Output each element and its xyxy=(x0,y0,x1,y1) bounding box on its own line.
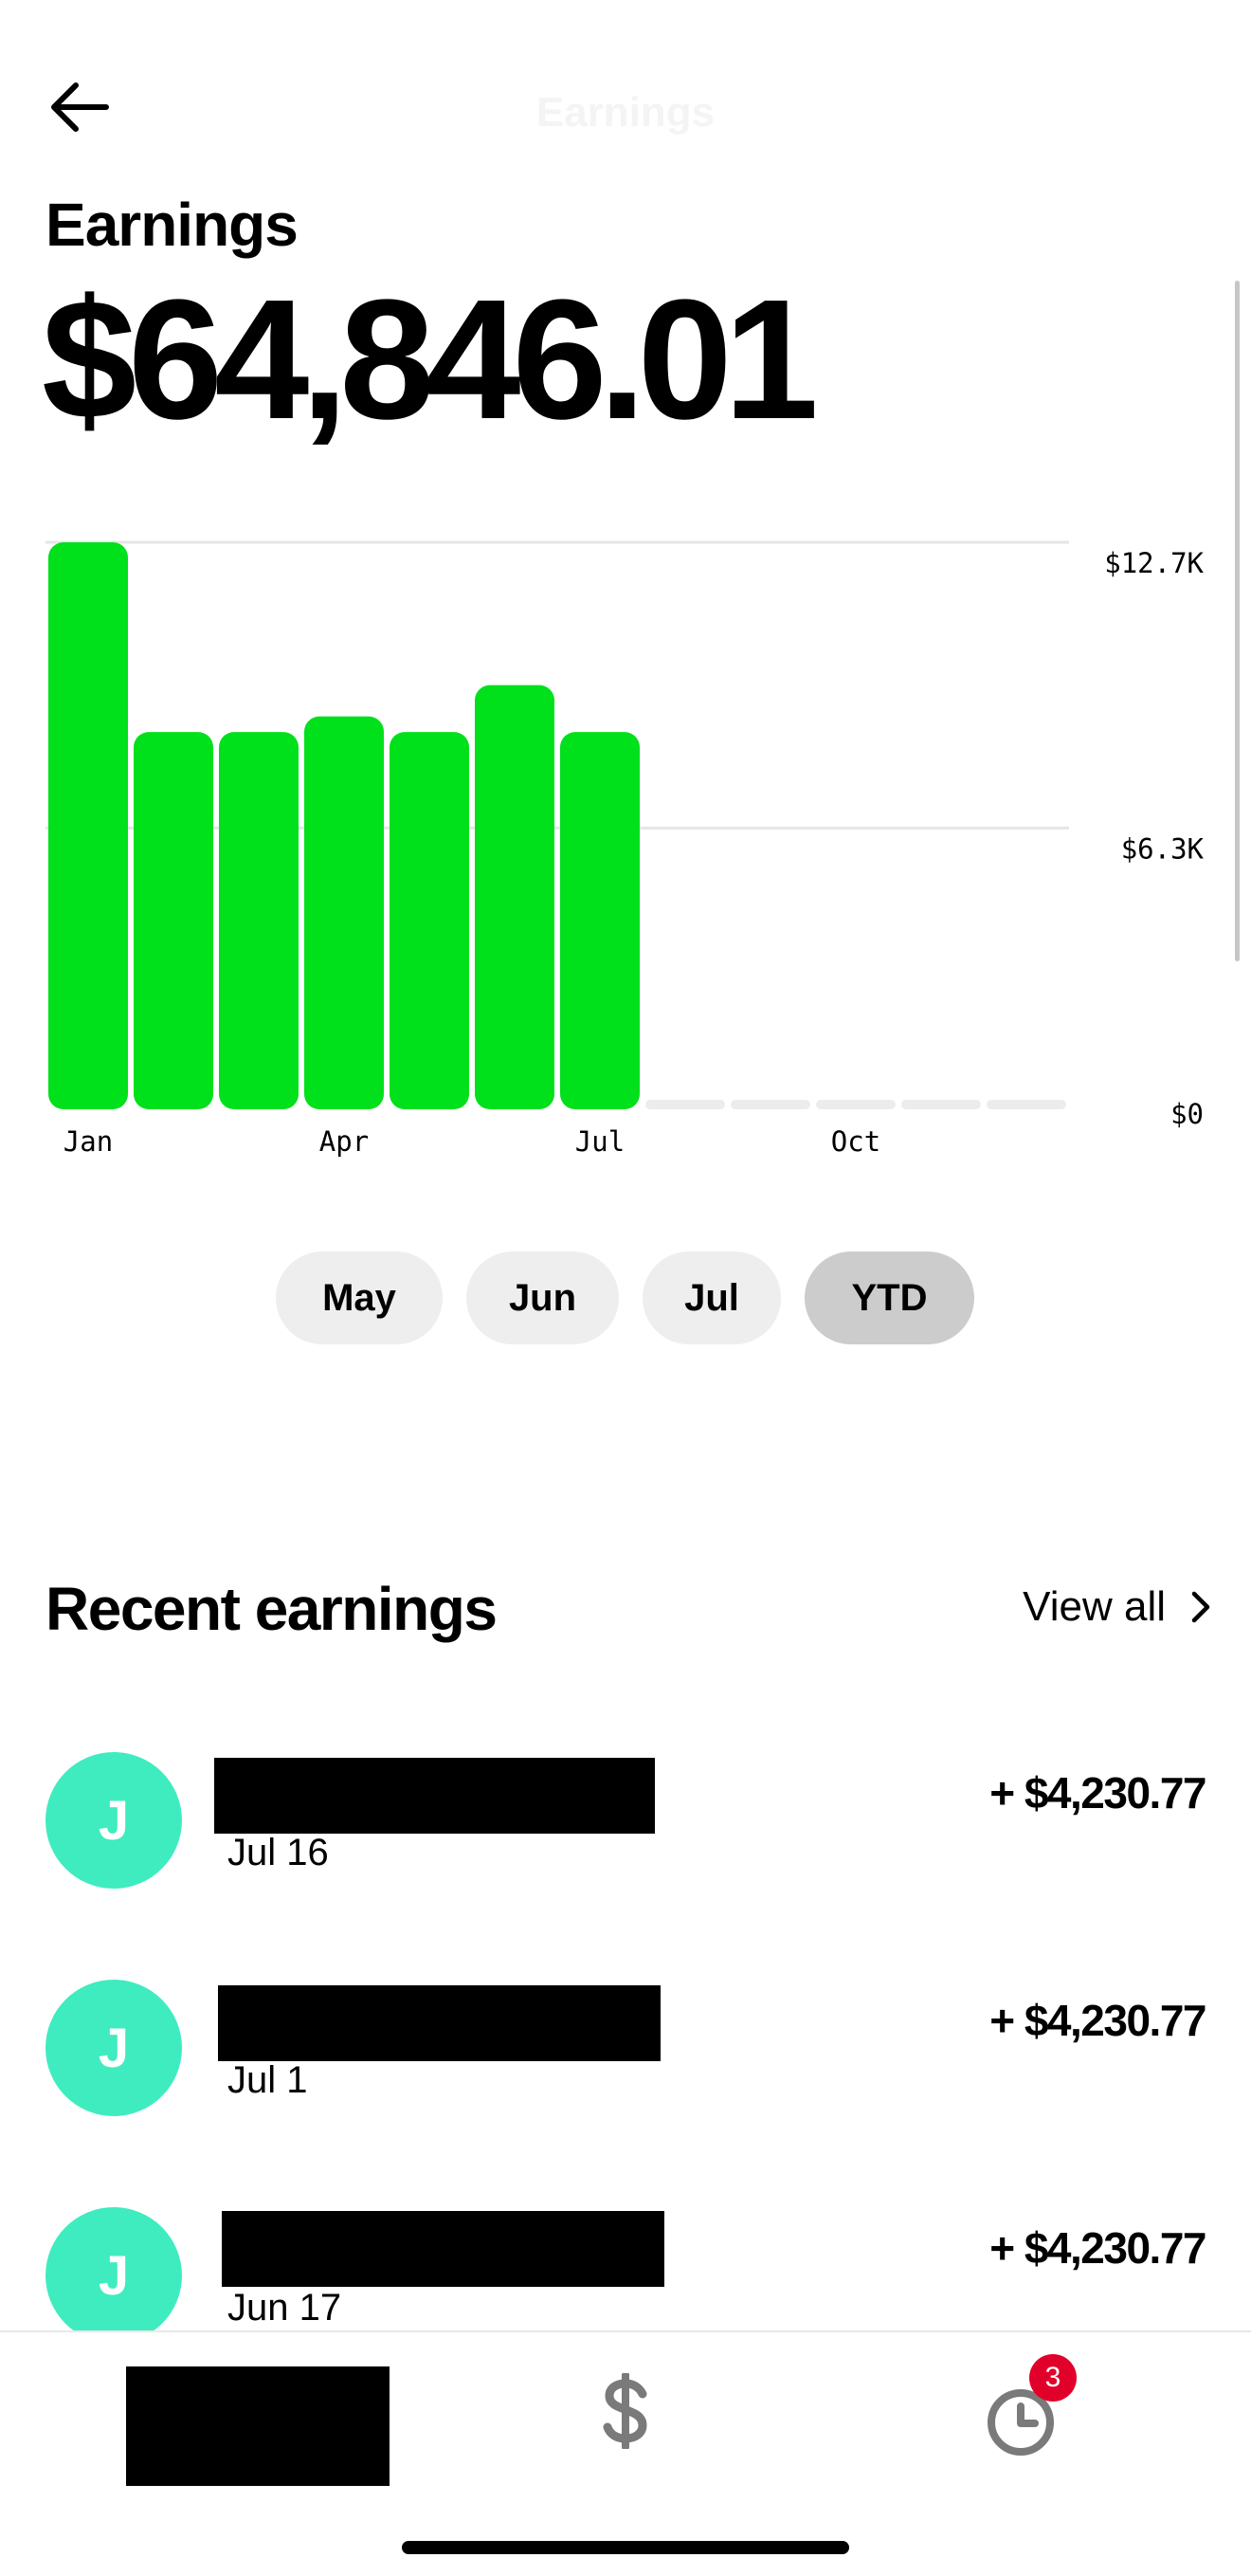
earning-row[interactable]: J Jul 1 + $4,230.77 xyxy=(0,1980,1251,2131)
earning-date: Jul 1 xyxy=(227,2059,308,2101)
chart-svg: $12.7K $6.3K $0 Jan Apr Jul Oct xyxy=(45,540,1205,1158)
earnings-bar-chart: $12.7K $6.3K $0 Jan Apr Jul Oct xyxy=(0,493,1251,1176)
x-tick-label: Oct xyxy=(831,1125,880,1158)
x-tick-label: Apr xyxy=(319,1125,369,1158)
earning-date: Jun 17 xyxy=(227,2287,342,2329)
bar-mar[interactable] xyxy=(219,732,299,1109)
y-tick-label: $12.7K xyxy=(1104,547,1204,579)
x-tick-label: Jul xyxy=(575,1125,625,1158)
period-pill-may[interactable]: May xyxy=(276,1251,443,1344)
redacted-payer-name xyxy=(214,1758,655,1834)
earning-date: Jul 16 xyxy=(227,1832,329,1873)
bar-feb[interactable] xyxy=(134,732,213,1109)
y-tick-label: $6.3K xyxy=(1121,832,1205,865)
tab-money[interactable] xyxy=(588,2368,663,2454)
redacted-home-tab[interactable] xyxy=(126,2366,390,2486)
notification-badge: 3 xyxy=(1029,2354,1077,2402)
earning-amount: + $4,230.77 xyxy=(989,1996,1206,2045)
period-selector: May Jun Jul YTD xyxy=(0,1251,1251,1344)
view-all-link[interactable]: View all xyxy=(1023,1583,1211,1631)
earning-amount: + $4,230.77 xyxy=(989,1768,1206,1818)
bar-sep[interactable] xyxy=(731,1100,810,1109)
bar-jun[interactable] xyxy=(475,685,554,1109)
period-pill-jun[interactable]: Jun xyxy=(466,1251,619,1344)
recent-earnings-title: Recent earnings xyxy=(45,1575,498,1643)
bar-apr[interactable] xyxy=(304,716,384,1109)
period-pill-jul[interactable]: Jul xyxy=(643,1251,781,1344)
bar-jul[interactable] xyxy=(560,732,640,1109)
earning-row[interactable]: J Jul 16 + $4,230.77 xyxy=(0,1752,1251,1904)
bar-aug[interactable] xyxy=(645,1100,725,1109)
dollar-icon xyxy=(603,2373,647,2449)
avatar: J xyxy=(45,2207,182,2344)
redacted-payer-name xyxy=(218,1985,661,2061)
bar-may[interactable] xyxy=(390,732,469,1109)
view-all-label: View all xyxy=(1023,1583,1166,1630)
bar-jan[interactable] xyxy=(48,542,128,1109)
home-indicator[interactable] xyxy=(402,2541,849,2554)
bar-nov[interactable] xyxy=(901,1100,981,1109)
period-pill-ytd[interactable]: YTD xyxy=(805,1251,974,1344)
earning-amount: + $4,230.77 xyxy=(989,2223,1206,2273)
y-tick-label: $0 xyxy=(1170,1098,1204,1130)
bar-dec[interactable] xyxy=(987,1100,1066,1109)
avatar: J xyxy=(45,1980,182,2116)
nav-title: Earnings xyxy=(535,89,716,136)
earnings-screen: Earnings Earnings $64,846.01 $12.7K $6.3K… xyxy=(0,0,1251,2576)
total-earnings-amount: $64,846.01 xyxy=(42,265,819,455)
avatar: J xyxy=(45,1752,182,1889)
chevron-right-icon xyxy=(1191,1591,1210,1623)
page-title: Earnings xyxy=(45,191,299,259)
x-tick-label: Jan xyxy=(63,1125,113,1158)
redacted-payer-name xyxy=(222,2211,664,2287)
bar-oct[interactable] xyxy=(816,1100,896,1109)
